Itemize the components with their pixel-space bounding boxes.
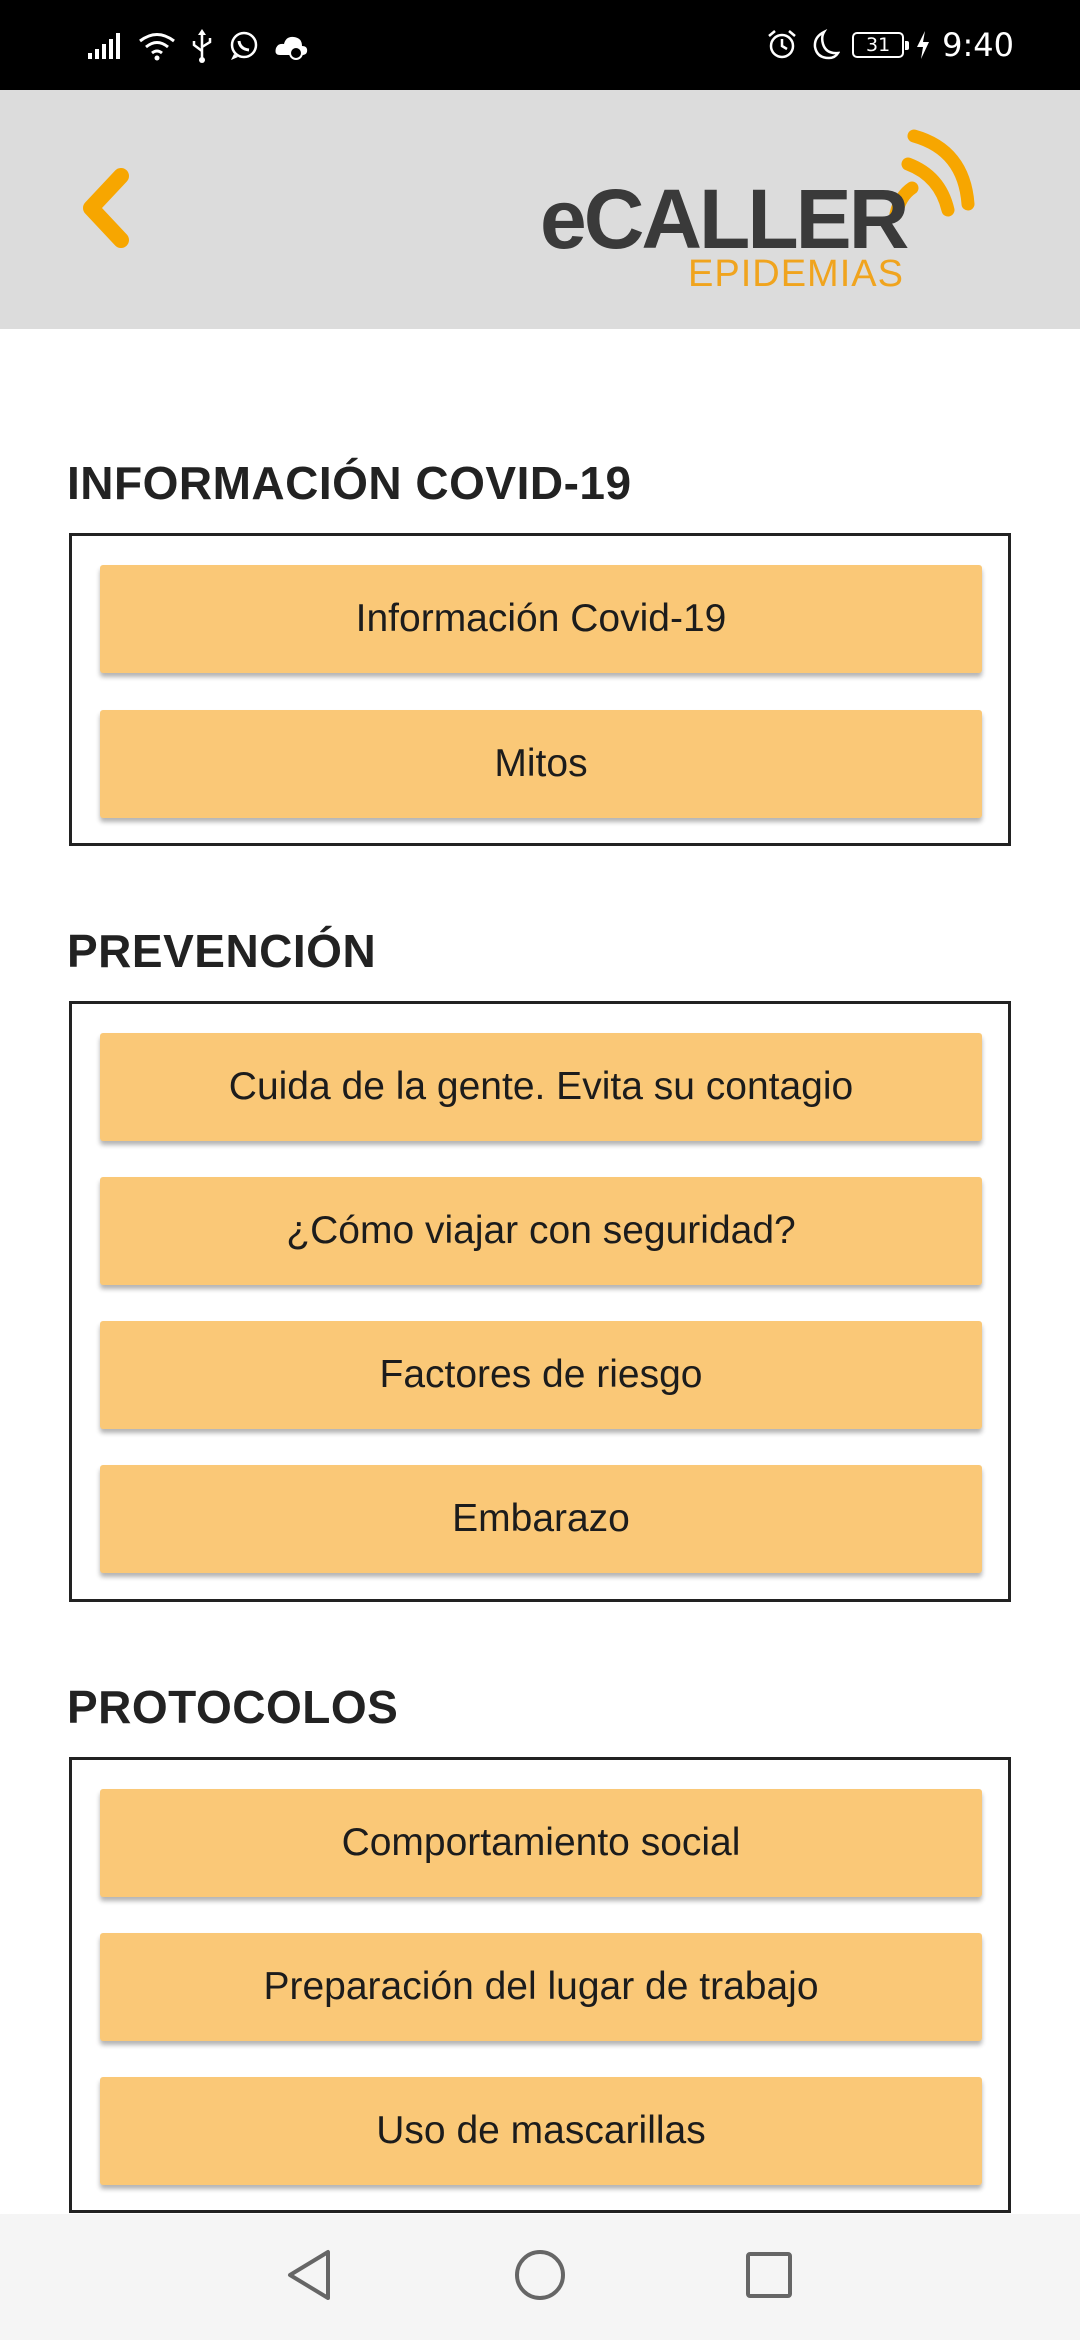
back-triangle-icon	[284, 2248, 334, 2307]
usb-icon	[190, 29, 214, 63]
button-informacion-covid[interactable]: Información Covid-19	[100, 565, 982, 673]
button-comportamiento-social[interactable]: Comportamiento social	[100, 1789, 982, 1897]
button-mitos[interactable]: Mitos	[100, 710, 982, 818]
alarm-icon	[766, 29, 798, 61]
whatsapp-icon	[228, 30, 260, 62]
screen: 31 9:40 eCALLER EPIDEMIAS INFORMACIÓN CO…	[0, 0, 1080, 2340]
status-icons-left	[88, 24, 310, 68]
section-title-protocolos: PROTOCOLOS	[67, 1681, 399, 1733]
section-box-informacion: Información Covid-19 Mitos	[69, 533, 1011, 846]
section-title-informacion: INFORMACIÓN COVID-19	[67, 457, 632, 509]
nav-back-button[interactable]	[279, 2247, 339, 2307]
recents-square-icon	[744, 2250, 794, 2305]
logo-main-text: eCALLER	[540, 172, 908, 266]
weather-icon	[274, 31, 310, 61]
button-viajar-seguridad[interactable]: ¿Cómo viajar con seguridad?	[100, 1177, 982, 1285]
moon-icon	[810, 29, 841, 61]
charging-icon	[916, 31, 930, 59]
button-factores-riesgo[interactable]: Factores de riesgo	[100, 1321, 982, 1429]
battery-icon: 31	[852, 32, 910, 58]
signal-icon	[88, 33, 124, 59]
wifi-icon	[138, 31, 176, 61]
status-bar: 31 9:40	[0, 0, 1080, 90]
nav-home-button[interactable]	[510, 2247, 570, 2307]
home-circle-icon	[513, 2248, 567, 2307]
button-mascarillas[interactable]: Uso de mascarillas	[100, 2077, 982, 2185]
navigation-bar	[0, 2214, 1080, 2340]
app-header: eCALLER EPIDEMIAS	[0, 90, 1080, 329]
logo-sub-text: EPIDEMIAS	[688, 253, 904, 295]
section-title-prevencion: PREVENCIÓN	[67, 925, 377, 977]
button-cuida-gente[interactable]: Cuida de la gente. Evita su contagio	[100, 1033, 982, 1141]
button-embarazo[interactable]: Embarazo	[100, 1465, 982, 1573]
nav-recents-button[interactable]	[739, 2247, 799, 2307]
section-box-prevencion: Cuida de la gente. Evita su contagio ¿Có…	[69, 1001, 1011, 1602]
ecaller-logo: eCALLER EPIDEMIAS	[536, 118, 976, 298]
status-time: 9:40	[942, 26, 1014, 64]
section-box-protocolos: Comportamiento social Preparación del lu…	[69, 1757, 1011, 2213]
chevron-left-icon	[77, 167, 133, 253]
battery-level: 31	[866, 34, 891, 56]
back-button[interactable]	[60, 160, 150, 260]
status-icons-right: 31 9:40	[766, 22, 1014, 68]
button-lugar-trabajo[interactable]: Preparación del lugar de trabajo	[100, 1933, 982, 2041]
